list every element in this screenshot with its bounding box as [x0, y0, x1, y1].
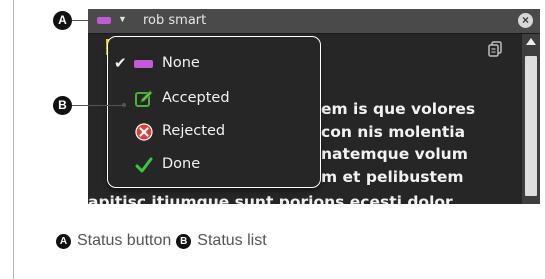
comment-text-line: con nis molentia	[321, 123, 466, 141]
callout-a-badge: A	[53, 11, 72, 30]
scroll-up-arrow-icon[interactable]	[526, 38, 536, 45]
status-option-label: Accepted	[162, 90, 230, 106]
margin-rule	[13, 0, 14, 279]
comment-text-line: apitisc itiumque sunt porions ecesti dol…	[88, 193, 453, 204]
selected-check-icon: ✔	[114, 55, 127, 72]
legend-badge-b: B	[176, 234, 192, 249]
callout-legend: A Status button B Status list	[56, 232, 272, 250]
legend-status-list: Status list	[197, 232, 267, 249]
legend-status-button: Status button	[77, 232, 172, 249]
pencil-accepted-icon	[135, 90, 153, 107]
status-option-rejected[interactable]: Rejected	[108, 117, 320, 147]
status-button[interactable]	[97, 17, 111, 24]
status-option-label: None	[162, 55, 200, 71]
status-dropdown-caret-icon[interactable]: ▼	[118, 14, 127, 24]
status-option-accepted[interactable]: Accepted	[108, 84, 320, 114]
vertical-scrollbar[interactable]	[522, 34, 540, 204]
green-check-icon	[135, 157, 153, 173]
comment-titlebar: ▼ rob smart ×	[88, 9, 540, 34]
comment-text-line: em is que volores	[321, 100, 476, 118]
rejected-x-icon	[135, 123, 153, 141]
callout-b-leader	[72, 105, 124, 106]
callout-b-badge: B	[53, 96, 72, 115]
status-option-done[interactable]: Done	[108, 150, 320, 180]
callout-b-leader-dot	[122, 103, 126, 107]
status-option-label: Done	[162, 156, 201, 172]
status-list: ✔ None Accepted Rejected Done	[108, 37, 320, 187]
scroll-thumb[interactable]	[525, 56, 537, 196]
comment-author: rob smart	[143, 13, 207, 28]
status-option-label: Rejected	[162, 123, 226, 139]
comment-text-line: natemque volum	[321, 145, 468, 163]
purple-swatch-icon	[134, 60, 153, 68]
close-button[interactable]: ×	[518, 13, 533, 28]
status-option-none[interactable]: ✔ None	[108, 49, 320, 79]
legend-badge-a: A	[56, 234, 71, 249]
comment-text-line: m et pelibustem	[321, 168, 464, 186]
